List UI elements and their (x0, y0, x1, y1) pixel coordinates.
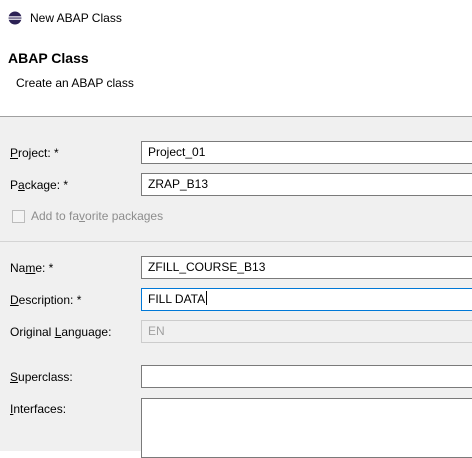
superclass-field[interactable] (141, 365, 472, 388)
interfaces-list[interactable] (141, 398, 472, 458)
wizard-heading: ABAP Class (8, 50, 89, 66)
description-field[interactable]: FILL DATA (141, 288, 472, 311)
project-value: Project_01 (148, 145, 206, 159)
project-field[interactable]: Project_01 (141, 141, 472, 164)
project-label: Project: * (10, 146, 59, 160)
wizard-subheading: Create an ABAP class (16, 76, 134, 90)
name-label: Name: * (10, 261, 54, 275)
name-field[interactable]: ZFILL_COURSE_B13 (141, 256, 472, 279)
name-value: ZFILL_COURSE_B13 (148, 260, 266, 274)
eclipse-icon (8, 11, 22, 25)
package-label: Package: * (10, 178, 69, 192)
interfaces-label: Interfaces: (10, 402, 67, 416)
superclass-label: Superclass: (10, 370, 73, 384)
group-separator (0, 241, 472, 242)
package-field[interactable]: ZRAP_B13 (141, 173, 472, 196)
favorite-packages-label: Add to favorite packages (31, 209, 164, 223)
window-title: New ABAP Class (30, 11, 122, 25)
form-area: Project: * Project_01 Package: * ZRAP_B1… (0, 117, 472, 458)
original-language-value: EN (148, 324, 165, 338)
favorite-packages-checkbox-box[interactable] (12, 210, 25, 223)
wizard-header: ABAP Class Create an ABAP class (0, 36, 472, 116)
original-language-label: Original Language: (10, 325, 112, 339)
title-bar: New ABAP Class (0, 0, 472, 36)
text-caret (206, 291, 208, 305)
description-label: Description: * (10, 293, 82, 307)
description-value: FILL DATA (148, 292, 206, 306)
package-value: ZRAP_B13 (148, 177, 209, 191)
original-language-field: EN (141, 320, 472, 343)
